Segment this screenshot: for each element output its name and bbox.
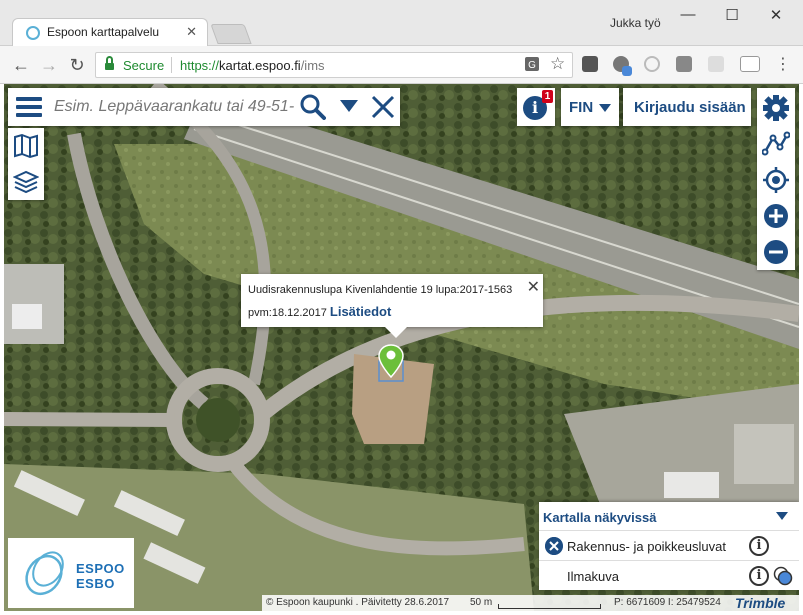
zoom-out-icon[interactable] — [762, 238, 790, 266]
extension-icon-1[interactable] — [582, 56, 598, 72]
lock-icon — [105, 56, 114, 71]
search-bar — [8, 88, 400, 126]
layer-name: Rakennus- ja poikkeusluvat — [567, 539, 726, 554]
address-bar[interactable]: Secure https://kartat.espoo.fi/ims G ☆ — [95, 52, 573, 78]
chevron-down-icon[interactable] — [340, 100, 358, 112]
zoom-in-icon[interactable] — [762, 202, 790, 230]
extension-icon-5[interactable] — [708, 56, 724, 72]
espoo-logo: ESPOO ESBO — [8, 538, 134, 608]
popup-pointer — [385, 327, 407, 338]
extension-badge — [622, 66, 632, 76]
map-icon[interactable] — [13, 133, 39, 159]
layer-info-icon[interactable]: i — [749, 536, 769, 556]
login-button[interactable]: Kirjaudu sisään — [623, 88, 751, 126]
measure-icon[interactable] — [762, 130, 790, 158]
layer-info-icon[interactable]: i — [749, 566, 769, 586]
bookmark-star-icon[interactable]: ☆ — [550, 54, 565, 74]
translate-icon[interactable]: G — [524, 56, 540, 75]
collapse-icon[interactable] — [776, 512, 788, 520]
search-icon[interactable] — [300, 94, 326, 120]
url-text[interactable]: https://kartat.espoo.fi/ims — [180, 58, 325, 73]
language-caret-icon — [599, 104, 611, 112]
extension-icon-3[interactable] — [644, 56, 660, 72]
notification-badge: 1 — [542, 90, 553, 103]
layers-icon[interactable] — [13, 168, 39, 194]
trimble-logo: Trimble — [735, 595, 786, 611]
layer-row: Ilmakuva i — [539, 560, 799, 590]
new-tab-button[interactable] — [210, 24, 252, 44]
favicon-icon — [26, 26, 40, 40]
chrome-menu-icon[interactable]: ⋮ — [772, 54, 794, 76]
back-icon[interactable]: ← — [10, 54, 32, 76]
remove-layer-icon[interactable] — [545, 537, 563, 555]
info-button[interactable]: i 1 — [517, 88, 555, 126]
forward-icon[interactable]: → — [38, 54, 60, 76]
language-label: FIN — [569, 99, 594, 116]
map-view[interactable]: i 1 FIN Kirjaudu sisään — [4, 84, 799, 611]
popup-title: Uudisrakennuslupa Kivenlahdentie 19 lupa… — [248, 284, 513, 296]
hamburger-icon[interactable] — [16, 97, 42, 117]
popup-date: pvm:18.12.2017 — [248, 307, 327, 319]
tab-title: Espoon karttapalvelu — [47, 25, 160, 39]
locate-icon[interactable] — [762, 166, 790, 194]
layer-name: Ilmakuva — [567, 569, 620, 584]
url-separator — [171, 57, 172, 73]
copyright-text: © Espoon kaupunki . Päivitetty 28.6.2017 — [266, 597, 450, 608]
language-selector[interactable]: FIN — [561, 88, 619, 126]
popup-details: pvm:18.12.2017 Lisätiedot — [248, 304, 391, 319]
secure-label: Secure — [123, 58, 165, 73]
left-toolbar — [8, 128, 44, 200]
browser-titlebar: Espoon karttapalvelu ✕ Jukka työ — ☐ ✕ — [0, 0, 803, 46]
gear-icon[interactable] — [762, 94, 790, 122]
minimize-icon[interactable]: — — [668, 6, 708, 26]
extension-icon-6[interactable] — [740, 56, 760, 72]
popup-close-icon[interactable]: ✕ — [527, 277, 540, 297]
layers-panel-header[interactable]: Kartalla näkyvissä — [539, 502, 799, 530]
coordinates-readout: P: 6671609 I: 25479524 — [614, 597, 721, 608]
logo-text-esbo: ESBO — [76, 576, 115, 591]
scale-bar — [498, 604, 601, 609]
layer-row: Rakennus- ja poikkeusluvat i — [539, 530, 799, 560]
window-close-icon[interactable]: ✕ — [756, 6, 796, 26]
close-icon[interactable] — [370, 94, 396, 120]
extension-icon-4[interactable] — [676, 56, 692, 72]
visible-layers-panel: Kartalla näkyvissä Rakennus- ja poikkeus… — [539, 502, 799, 590]
login-label: Kirjaudu sisään — [634, 99, 746, 116]
espoo-logo-mark — [25, 551, 64, 596]
maximize-icon[interactable]: ☐ — [712, 6, 752, 26]
layers-panel-title: Kartalla näkyvissä — [543, 510, 657, 525]
scale-label: 50 m — [470, 597, 493, 608]
profile-name[interactable]: Jukka työ — [610, 16, 661, 30]
map-marker-icon[interactable] — [376, 343, 406, 383]
popup-more-link[interactable]: Lisätiedot — [330, 304, 391, 319]
browser-tab[interactable]: Espoon karttapalvelu ✕ — [12, 18, 208, 46]
feature-popup: Uudisrakennuslupa Kivenlahdentie 19 lupa… — [241, 274, 543, 338]
opacity-icon[interactable] — [773, 566, 793, 586]
map-statusbar: © Espoon kaupunki . Päivitetty 28.6.2017… — [262, 595, 799, 611]
svg-text:G: G — [528, 60, 536, 71]
right-toolbar — [757, 88, 795, 270]
logo-text-espoo: ESPOO — [76, 561, 125, 576]
reload-icon[interactable]: ↻ — [66, 54, 88, 76]
search-input[interactable] — [54, 94, 296, 120]
browser-toolbar: ← → ↻ Secure https://kartat.espoo.fi/ims… — [0, 46, 803, 84]
tab-close-icon[interactable]: ✕ — [186, 24, 197, 40]
